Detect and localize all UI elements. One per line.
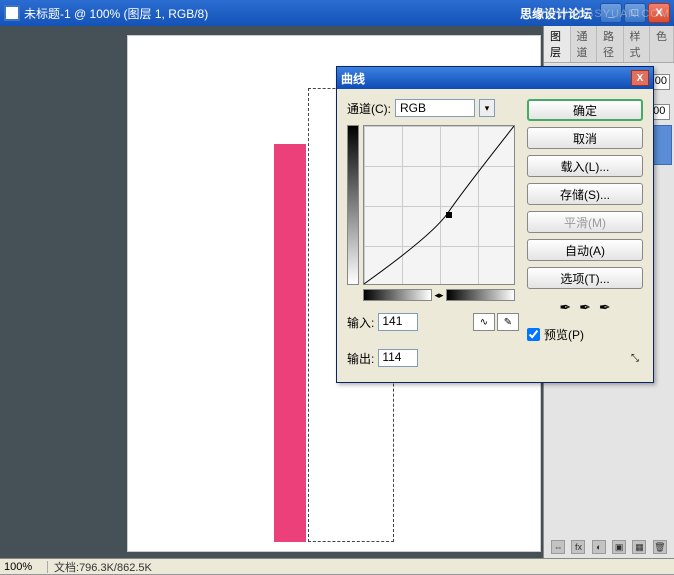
chevron-down-icon[interactable]: ▾	[479, 99, 495, 117]
tab-paths[interactable]: 路径	[597, 26, 624, 62]
doc-label: 文档:	[54, 562, 79, 574]
window-buttons: _ □ X	[600, 3, 670, 23]
curve-line	[364, 126, 514, 284]
dialog-close-button[interactable]: X	[631, 70, 649, 86]
minimize-button[interactable]: _	[600, 3, 622, 23]
dialog-body: 通道(C): RGB ▾ ◂▸ 输入:	[337, 89, 653, 377]
channel-label: 通道(C):	[347, 100, 391, 117]
zoom-value[interactable]: 100%	[0, 561, 48, 573]
window-title: 未标题-1 @ 100% (图层 1, RGB/8)	[24, 5, 520, 22]
new-layer-icon[interactable]: ▦	[632, 540, 646, 554]
app-icon	[4, 5, 20, 21]
save-button[interactable]: 存储(S)...	[527, 183, 643, 205]
curve-control-point[interactable]	[446, 212, 452, 218]
output-row: 输出: 114	[347, 349, 519, 367]
options-button[interactable]: 选项(T)...	[527, 267, 643, 289]
dialog-title: 曲线	[341, 70, 631, 87]
app-titlebar: 未标题-1 @ 100% (图层 1, RGB/8) 思缘设计论坛 _ □ X	[0, 0, 674, 26]
curve-editor[interactable]: ◂▸	[347, 125, 517, 295]
folder-icon[interactable]: ▣	[612, 540, 626, 554]
tab-layers[interactable]: 图层	[544, 26, 571, 62]
channel-select[interactable]: RGB	[395, 99, 475, 117]
vertical-gradient	[347, 125, 359, 285]
output-field[interactable]: 114	[378, 349, 418, 367]
eyedropper-buttons: ✒ ✒ ✒	[527, 299, 643, 316]
layer-panel-footer-icons: ⇔ fx ◐ ▣ ▦ 🗑	[544, 540, 674, 554]
forum-text: 思缘设计论坛	[520, 5, 592, 22]
smooth-button: 平滑(M)	[527, 211, 643, 233]
curves-dialog: 曲线 X 通道(C): RGB ▾ ◂▸	[336, 66, 654, 383]
maximize-button[interactable]: □	[624, 3, 646, 23]
dialog-titlebar[interactable]: 曲线 X	[337, 67, 653, 89]
curve-tool-spline-icon[interactable]: ∿	[473, 313, 495, 331]
eyedropper-black-icon[interactable]: ✒	[559, 299, 571, 316]
preview-checkbox-row[interactable]: 预览(P)	[527, 326, 643, 343]
doc-value: 796.3K/862.5K	[79, 562, 152, 574]
panel-tabs: 图层 通道 路径 样式 色	[544, 26, 674, 63]
dialog-left-column: 通道(C): RGB ▾ ◂▸ 输入:	[347, 99, 519, 367]
tab-styles[interactable]: 样式	[624, 26, 651, 62]
channel-row: 通道(C): RGB ▾	[347, 99, 519, 117]
horizontal-gradient-row: ◂▸	[363, 289, 515, 301]
input-field[interactable]: 141	[378, 313, 418, 331]
document-info[interactable]: 文档:796.3K/862.5K	[48, 559, 158, 575]
input-row: 输入: 141 ∿ ✎	[347, 313, 519, 331]
curve-tool-pencil-icon[interactable]: ✎	[497, 313, 519, 331]
eyedropper-gray-icon[interactable]: ✒	[579, 299, 591, 316]
fx-icon[interactable]: fx	[571, 540, 585, 554]
eyedropper-white-icon[interactable]: ✒	[599, 299, 611, 316]
trash-icon[interactable]: 🗑	[653, 540, 667, 554]
curve-tool-buttons: ∿ ✎	[473, 313, 519, 331]
preview-label: 预览(P)	[544, 326, 584, 343]
close-button[interactable]: X	[648, 3, 670, 23]
pink-rectangle-shape	[274, 144, 306, 542]
preview-checkbox[interactable]	[527, 328, 540, 341]
tab-colors[interactable]: 色	[650, 26, 674, 62]
link-icon[interactable]: ⇔	[551, 540, 565, 554]
swap-arrows-icon[interactable]: ◂▸	[432, 289, 446, 301]
status-bar: 100% 文档:796.3K/862.5K	[0, 558, 674, 574]
dialog-right-column: 确定 取消 载入(L)... 存储(S)... 平滑(M) 自动(A) 选项(T…	[527, 99, 643, 367]
curve-grid[interactable]	[363, 125, 515, 285]
resize-grip-icon[interactable]: ⤡	[627, 351, 643, 365]
load-button[interactable]: 载入(L)...	[527, 155, 643, 177]
input-label: 输入:	[347, 314, 374, 331]
output-label: 输出:	[347, 350, 374, 367]
ok-button[interactable]: 确定	[527, 99, 643, 121]
cancel-button[interactable]: 取消	[527, 127, 643, 149]
horizontal-gradient-left	[363, 289, 432, 301]
mask-icon[interactable]: ◐	[592, 540, 606, 554]
auto-button[interactable]: 自动(A)	[527, 239, 643, 261]
horizontal-gradient-right	[446, 289, 515, 301]
tab-channels[interactable]: 通道	[571, 26, 598, 62]
